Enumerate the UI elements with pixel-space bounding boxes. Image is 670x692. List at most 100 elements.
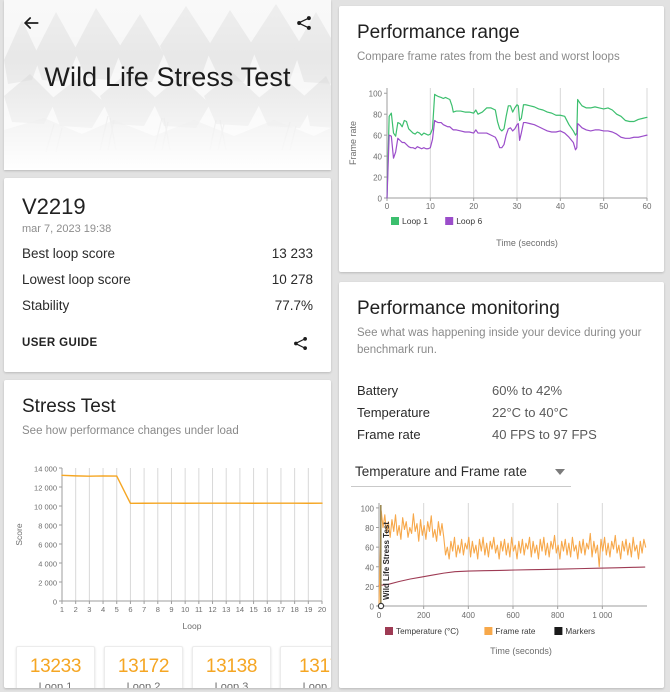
performance-range-subtitle: Compare frame rates from the best and wo…	[357, 51, 620, 63]
svg-text:14 000: 14 000	[34, 464, 57, 473]
svg-text:6 000: 6 000	[38, 540, 57, 549]
list-item[interactable]: 13233 Loop 1	[16, 645, 95, 688]
run-summary-card: V2219 mar 7, 2023 19:38 Best loop score …	[4, 178, 331, 373]
svg-text:13: 13	[222, 605, 230, 614]
performance-monitoring-card: Performance monitoring See what was happ…	[339, 282, 664, 688]
device-name: V2219	[22, 194, 86, 219]
list-item[interactable]: 1317 Loop 4	[280, 645, 331, 688]
summary-value: 77.7%	[274, 298, 313, 314]
svg-text:60: 60	[643, 202, 652, 211]
performance-monitoring-title: Performance monitoring	[357, 298, 560, 319]
svg-text:80: 80	[365, 524, 374, 533]
svg-text:Frame rate: Frame rate	[495, 627, 535, 636]
svg-text:Time (seconds): Time (seconds)	[490, 646, 552, 656]
list-item[interactable]: 13138 Loop 3	[192, 645, 271, 688]
loop-score-list[interactable]: 13233 Loop 1 13172 Loop 2 13138 Loop 3 1…	[4, 640, 331, 688]
loop-label: Loop 3	[214, 681, 249, 688]
svg-text:Wild Life Stress Test: Wild Life Stress Test	[382, 522, 391, 600]
svg-text:9: 9	[169, 605, 173, 614]
share-icon[interactable]	[291, 10, 317, 36]
chart-type-selected-value: Temperature and Frame rate	[355, 464, 527, 480]
svg-text:400: 400	[462, 611, 476, 620]
monitoring-label: Frame rate	[357, 427, 421, 443]
loop-score: 13172	[117, 656, 170, 678]
performance-range-title: Performance range	[357, 22, 520, 43]
summary-row-lowest-loop: Lowest loop score 10 278	[22, 261, 313, 287]
monitoring-value: 22°C to 40°C	[492, 405, 569, 421]
svg-text:5: 5	[115, 605, 119, 614]
share-icon[interactable]	[287, 330, 313, 356]
loop-score: 13138	[205, 656, 258, 678]
svg-text:600: 600	[506, 611, 520, 620]
chart-type-select[interactable]: Temperature and Frame rate	[351, 460, 571, 488]
svg-text:50: 50	[599, 202, 608, 211]
performance-range-card: Performance range Compare frame rates fr…	[339, 6, 664, 272]
svg-text:Temperature (°C): Temperature (°C)	[396, 627, 459, 636]
stress-test-title: Stress Test	[22, 396, 116, 418]
list-item[interactable]: 13172 Loop 2	[104, 645, 183, 688]
svg-text:20: 20	[469, 202, 478, 211]
summary-value: 10 278	[271, 272, 313, 288]
summary-row-stability: Stability 77.7%	[22, 287, 313, 313]
svg-text:2 000: 2 000	[38, 578, 57, 587]
left-column: Wild Life Stress Test V2219 mar 7, 2023 …	[0, 0, 335, 692]
svg-text:40: 40	[556, 202, 565, 211]
summary-label: Lowest loop score	[22, 272, 131, 288]
svg-text:10: 10	[181, 605, 189, 614]
loop-score: 13233	[29, 656, 82, 678]
chart-selector-wrap: Temperature and Frame rate	[339, 460, 664, 488]
svg-text:0: 0	[378, 194, 383, 203]
svg-text:200: 200	[417, 611, 431, 620]
svg-text:8: 8	[156, 605, 160, 614]
performance-monitoring-plot: 0204060801000 200 400 600 800 1 000Wild Life …	[361, 503, 647, 656]
svg-text:100: 100	[361, 505, 375, 514]
performance-range-chart: 0 20 40 60 80 100 0 10 20 30 40 50 60 Frame rate Loop …	[339, 76, 664, 255]
monitoring-row-battery: Battery 60% to 42%	[357, 376, 646, 398]
summary-row-best-loop: Best loop score 13 233	[22, 235, 313, 261]
svg-text:18: 18	[290, 605, 298, 614]
svg-text:4: 4	[101, 605, 105, 614]
loop-label: Loop 1	[38, 681, 73, 688]
monitoring-value: 40 FPS to 97 FPS	[492, 427, 597, 443]
summary-footer: USER GUIDE	[22, 330, 313, 364]
svg-text:6: 6	[128, 605, 132, 614]
stress-test-subtitle: See how performance changes under load	[22, 425, 239, 438]
svg-text:16: 16	[263, 605, 271, 614]
svg-text:10 000: 10 000	[34, 502, 57, 511]
stress-test-card: Stress Test See how performance changes …	[4, 380, 331, 688]
performance-monitoring-subtitle: See what was happening inside your devic…	[357, 327, 642, 356]
stress-test-plot: 0 2 000 4 000 6 000 8 000 10 000 12 000 14 000 1…	[14, 464, 326, 631]
monitoring-label: Battery	[357, 383, 399, 399]
stress-test-results-screen: Wild Life Stress Test V2219 mar 7, 2023 …	[0, 0, 670, 692]
monitoring-value: 60% to 42%	[492, 383, 563, 399]
hero-toolbar	[4, 0, 331, 46]
svg-text:60: 60	[373, 131, 382, 140]
svg-text:0: 0	[377, 611, 382, 620]
svg-text:0: 0	[370, 603, 375, 612]
chevron-down-icon[interactable]	[555, 468, 565, 475]
svg-text:3: 3	[87, 605, 91, 614]
svg-text:800: 800	[551, 611, 565, 620]
svg-text:15: 15	[249, 605, 257, 614]
svg-text:Time (seconds): Time (seconds)	[496, 238, 558, 248]
performance-range-header: Performance range Compare frame rates fr…	[339, 6, 664, 76]
performance-monitoring-chart: 0 20 40 60 80 100 0 200 400 600 800 1 000 Wild Life …	[339, 487, 664, 663]
svg-text:60: 60	[365, 544, 374, 553]
performance-monitoring-header: Performance monitoring See what was happ…	[339, 282, 664, 368]
loop-label: Loop 4	[302, 681, 331, 688]
loop-label: Loop 2	[126, 681, 161, 688]
svg-text:20: 20	[318, 605, 326, 614]
svg-text:30: 30	[513, 202, 522, 211]
svg-text:20: 20	[373, 173, 382, 182]
svg-text:Score: Score	[14, 523, 24, 545]
user-guide-button[interactable]: USER GUIDE	[22, 337, 98, 349]
svg-text:1 000: 1 000	[592, 611, 613, 620]
svg-text:80: 80	[373, 110, 382, 119]
stress-test-chart: 0 2 000 4 000 6 000 8 000 10 000 12 000 14 000 1…	[4, 450, 331, 640]
svg-text:19: 19	[304, 605, 312, 614]
svg-text:40: 40	[373, 152, 382, 161]
svg-text:17: 17	[277, 605, 285, 614]
back-arrow-icon[interactable]	[18, 10, 44, 36]
svg-text:14: 14	[236, 605, 244, 614]
svg-text:20: 20	[365, 583, 374, 592]
